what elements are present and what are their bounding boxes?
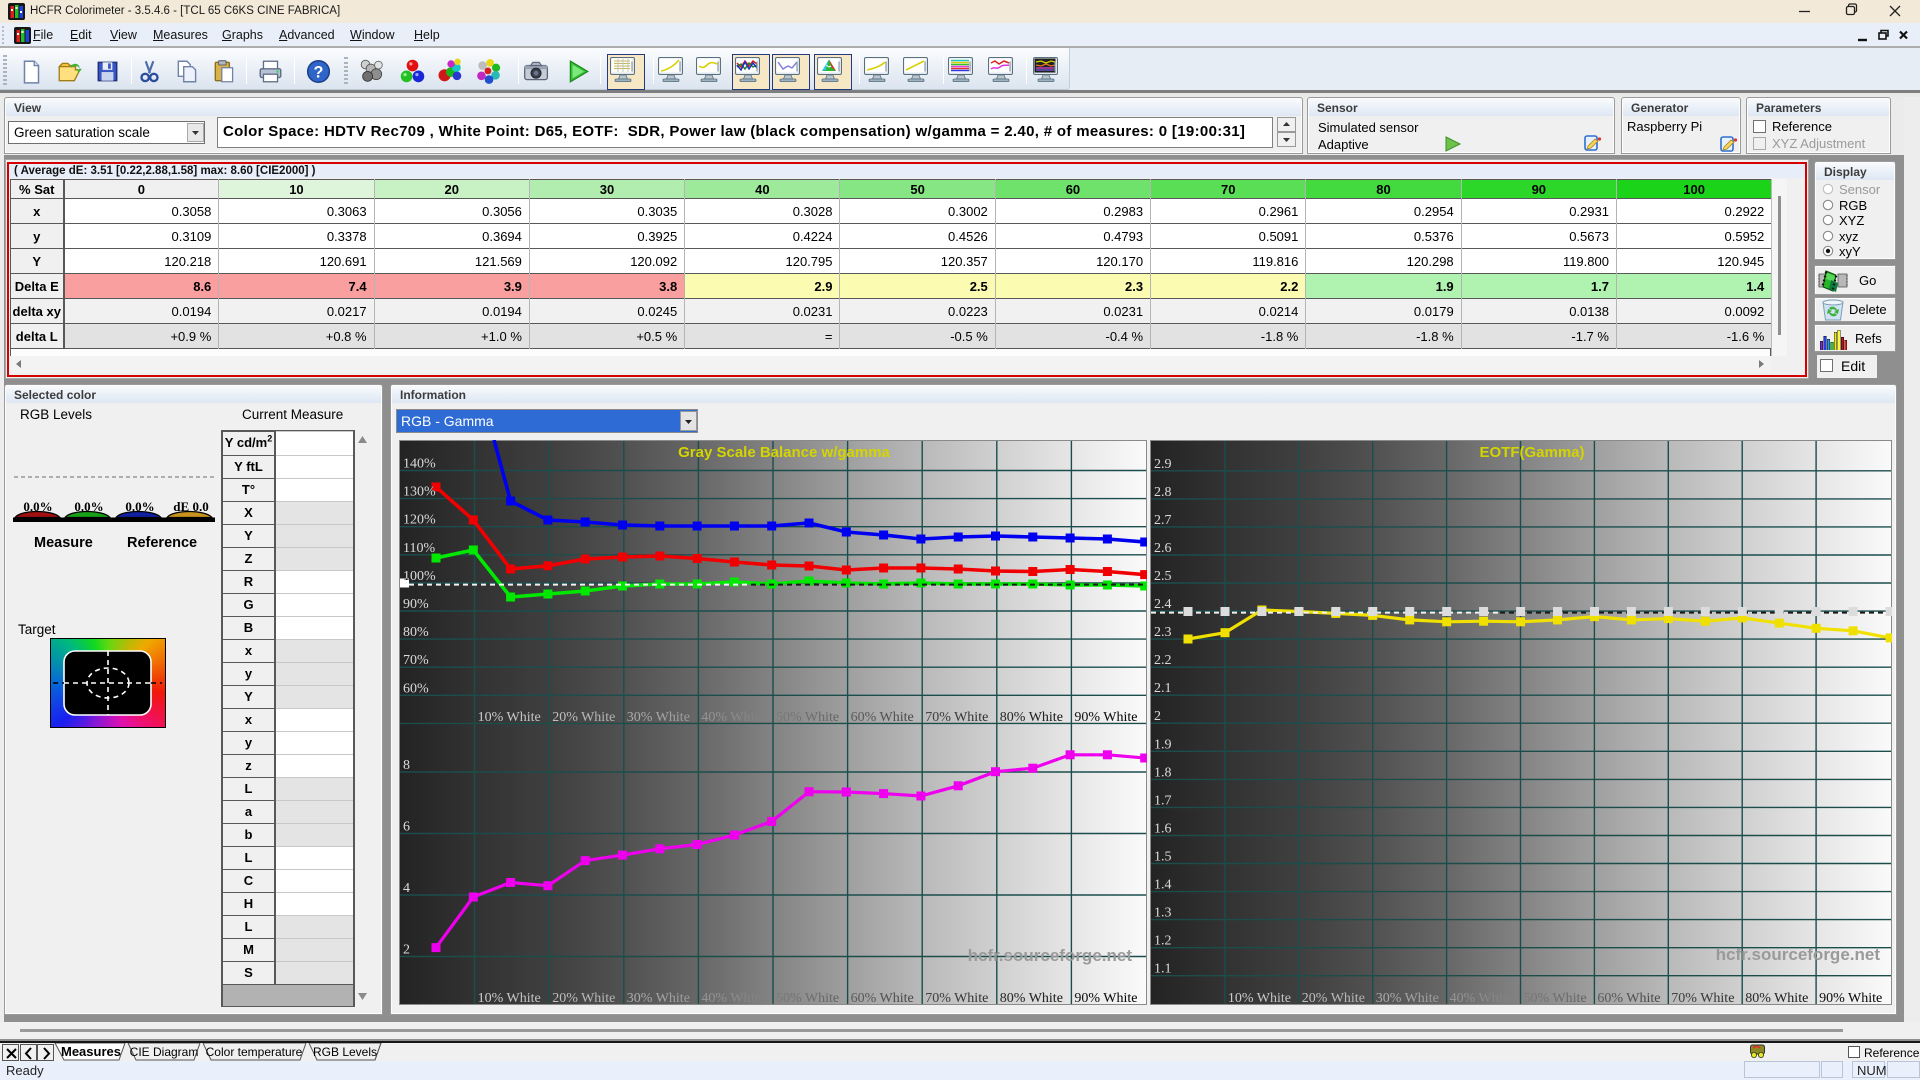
svg-text:10% White: 10% White (478, 710, 541, 725)
svg-text:60%: 60% (403, 681, 429, 696)
svg-text:2.5: 2.5 (1154, 569, 1172, 584)
svg-text:60% White: 60% White (1597, 991, 1660, 1005)
svg-text:20% White: 20% White (552, 991, 615, 1005)
svg-text:40% White: 40% White (1450, 991, 1513, 1005)
svg-text:2.2: 2.2 (1154, 653, 1172, 668)
svg-text:80% White: 80% White (1000, 710, 1063, 725)
svg-text:70% White: 70% White (1671, 991, 1734, 1005)
svg-text:4: 4 (403, 881, 410, 896)
svg-text:Measures: Measures (61, 1044, 121, 1059)
svg-text:130%: 130% (403, 485, 436, 500)
svg-text:90%: 90% (403, 597, 429, 612)
svg-text:Gray Scale Balance w/gamma: Gray Scale Balance w/gamma (678, 444, 890, 461)
svg-text:RGB Levels: RGB Levels (313, 1045, 377, 1059)
svg-text:2.6: 2.6 (1154, 541, 1172, 556)
svg-text:40% White: 40% White (701, 991, 764, 1005)
svg-text:2: 2 (403, 943, 410, 958)
svg-text:CIE Diagram: CIE Diagram (130, 1045, 199, 1059)
svg-text:2.3: 2.3 (1154, 625, 1172, 640)
svg-text:50% White: 50% White (1524, 991, 1587, 1005)
svg-text:80%: 80% (403, 625, 429, 640)
svg-text:60% White: 60% White (851, 710, 914, 725)
svg-text:6: 6 (403, 820, 410, 835)
svg-text:90% White: 90% White (1074, 991, 1137, 1005)
svg-text:10% White: 10% White (478, 991, 541, 1005)
svg-text:20% White: 20% White (552, 710, 615, 725)
svg-text:1.7: 1.7 (1154, 793, 1172, 808)
svg-text:140%: 140% (403, 457, 436, 472)
svg-text:2: 2 (1154, 709, 1161, 724)
svg-text:0.0%: 0.0% (23, 499, 52, 514)
svg-text:30% White: 30% White (1376, 991, 1439, 1005)
svg-text:2.9: 2.9 (1154, 457, 1172, 472)
svg-text:70% White: 70% White (925, 991, 988, 1005)
svg-text:70% White: 70% White (925, 710, 988, 725)
svg-text:90% White: 90% White (1074, 710, 1137, 725)
svg-text:0.0%: 0.0% (74, 499, 103, 514)
svg-text:8: 8 (403, 758, 410, 773)
svg-text:30% White: 30% White (627, 991, 690, 1005)
svg-text:40% White: 40% White (701, 710, 764, 725)
svg-text:1.3: 1.3 (1154, 906, 1172, 921)
svg-text:50% White: 50% White (776, 710, 839, 725)
svg-text:hcfr.sourceforge.net: hcfr.sourceforge.net (1716, 945, 1881, 964)
svg-text:70%: 70% (403, 653, 429, 668)
svg-text:120%: 120% (403, 513, 436, 528)
svg-text:100%: 100% (403, 569, 436, 584)
svg-text:1.9: 1.9 (1154, 737, 1172, 752)
svg-text:60% White: 60% White (851, 991, 914, 1005)
svg-text:10% White: 10% White (1228, 991, 1291, 1005)
svg-text:0.0%: 0.0% (125, 499, 154, 514)
svg-text:?: ? (314, 63, 324, 81)
svg-text:20% White: 20% White (1302, 991, 1365, 1005)
svg-text:50% White: 50% White (776, 991, 839, 1005)
svg-text:1.6: 1.6 (1154, 822, 1172, 837)
svg-text:1.1: 1.1 (1154, 962, 1172, 977)
svg-text:80% White: 80% White (1745, 991, 1808, 1005)
svg-text:90% White: 90% White (1819, 991, 1882, 1005)
svg-text:2.4: 2.4 (1154, 597, 1172, 612)
svg-text:hcfr.sourceforge.net: hcfr.sourceforge.net (968, 946, 1133, 965)
svg-text:2.1: 2.1 (1154, 681, 1172, 696)
svg-text:EOTF(Gamma): EOTF(Gamma) (1479, 444, 1584, 461)
svg-text:1.8: 1.8 (1154, 765, 1172, 780)
svg-text:dE 0.0: dE 0.0 (173, 499, 208, 514)
svg-text:2.7: 2.7 (1154, 513, 1172, 528)
svg-text:30% White: 30% White (627, 710, 690, 725)
svg-text:Color temperature: Color temperature (206, 1045, 303, 1059)
svg-text:110%: 110% (403, 541, 435, 556)
svg-text:80% White: 80% White (1000, 991, 1063, 1005)
svg-text:2.8: 2.8 (1154, 485, 1172, 500)
svg-text:1.2: 1.2 (1154, 934, 1172, 949)
svg-text:1.4: 1.4 (1154, 878, 1172, 893)
svg-text:1.5: 1.5 (1154, 850, 1172, 865)
